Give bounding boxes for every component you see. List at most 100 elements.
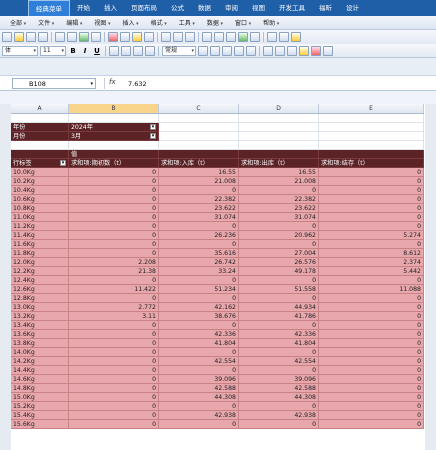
currency-icon[interactable] [198,45,208,56]
print-icon[interactable] [55,32,65,42]
table-cell[interactable]: 0 [319,195,424,204]
cell[interactable] [319,123,424,132]
row-label[interactable]: 11.6Kg [11,240,69,249]
table-cell[interactable]: 0 [69,357,159,366]
decrease-indent-icon[interactable] [263,45,273,56]
menu-item[interactable]: 视图 [88,18,116,27]
row-label[interactable]: 15.0Kg [11,393,69,402]
number-format-select[interactable]: 常规 [162,45,196,56]
table-cell[interactable]: 5.274 [319,231,424,240]
table-cell[interactable]: 0 [69,249,159,258]
decrease-decimal-icon[interactable] [246,45,256,56]
table-cell[interactable]: 8.612 [319,249,424,258]
table-cell[interactable]: 0 [69,321,159,330]
table-cell[interactable]: 0 [319,375,424,384]
new-file-icon[interactable] [2,32,12,42]
permission-icon[interactable] [38,32,48,42]
underline-button[interactable]: U [92,47,102,55]
table-cell[interactable]: 0 [69,402,159,411]
table-cell[interactable]: 0 [239,348,319,357]
table-cell[interactable]: 0 [319,168,424,177]
table-cell[interactable]: 0 [69,330,159,339]
drawing-icon[interactable] [250,32,260,42]
table-cell[interactable]: 0 [319,357,424,366]
table-cell[interactable]: 41.804 [239,339,319,348]
table-cell[interactable]: 0 [159,321,239,330]
menu-item[interactable]: 编辑 [60,18,88,27]
autosum-icon[interactable] [202,32,212,42]
table-cell[interactable]: 51.234 [159,285,239,294]
redo-icon[interactable] [173,32,183,42]
table-cell[interactable]: 0 [69,393,159,402]
cell[interactable] [319,132,424,141]
cell[interactable] [11,141,69,150]
borders-icon[interactable] [287,45,297,56]
italic-button[interactable]: I [80,47,90,55]
row-label[interactable]: 11.8Kg [11,249,69,258]
table-cell[interactable]: 0 [159,222,239,231]
table-cell[interactable]: 16.55 [239,168,319,177]
spelling-icon[interactable] [79,32,89,42]
align-right-icon[interactable] [133,45,143,56]
align-left-icon[interactable] [109,45,119,56]
table-cell[interactable]: 41.786 [239,312,319,321]
table-cell[interactable]: 33.24 [159,267,239,276]
toolbar-options-icon[interactable] [323,45,333,56]
row-label[interactable]: 13.0Kg [11,303,69,312]
row-label[interactable]: 12.0Kg [11,258,69,267]
row-label[interactable]: 13.6Kg [11,330,69,339]
worksheet-grid[interactable]: ABCDE 年份 2024年 ▾ 月份 3月 ▾ 值行标签 ▾ 求和项:期初数（t） 求和项:入库… [11,104,424,450]
table-cell[interactable]: 42.588 [239,384,319,393]
table-cell[interactable]: 44.308 [239,393,319,402]
print-preview-icon[interactable] [67,32,77,42]
table-cell[interactable]: 0 [239,186,319,195]
row-label[interactable]: 15.4Kg [11,411,69,420]
column-header-c[interactable]: C [159,104,239,113]
table-cell[interactable]: 0 [319,330,424,339]
row-label[interactable]: 10.0Kg [11,168,69,177]
table-cell[interactable]: 22.382 [239,195,319,204]
table-cell[interactable]: 0 [69,168,159,177]
row-label[interactable]: 11.4Kg [11,231,69,240]
menu-item[interactable]: 文件 [32,18,60,27]
table-cell[interactable]: 0 [319,186,424,195]
ribbon-tab[interactable]: 开发工具 [272,0,312,16]
table-cell[interactable]: 0 [69,294,159,303]
table-cell[interactable]: 44.308 [159,393,239,402]
table-cell[interactable]: 22.382 [159,195,239,204]
table-cell[interactable]: 0 [239,420,319,429]
row-label[interactable]: 14.8Kg [11,384,69,393]
table-cell[interactable]: 51.558 [239,285,319,294]
pivot-header[interactable]: 行标签 ▾ [11,159,69,168]
table-cell[interactable]: 0 [69,186,159,195]
column-header-e[interactable]: E [319,104,424,113]
table-cell[interactable]: 0 [319,339,424,348]
table-cell[interactable]: 0 [159,402,239,411]
increase-decimal-icon[interactable] [234,45,244,56]
table-cell[interactable]: 0 [69,384,159,393]
row-label[interactable]: 11.0Kg [11,213,69,222]
table-cell[interactable]: 0 [69,177,159,186]
table-cell[interactable]: 3.11 [69,312,159,321]
table-cell[interactable]: 0 [239,366,319,375]
ribbon-tab[interactable]: 开始 [70,0,97,16]
table-cell[interactable]: 41.804 [159,339,239,348]
table-cell[interactable]: 0 [239,321,319,330]
table-cell[interactable]: 0 [159,420,239,429]
row-label[interactable]: 10.6Kg [11,195,69,204]
table-cell[interactable]: 42.162 [159,303,239,312]
cell[interactable] [239,141,319,150]
row-label[interactable]: 14.2Kg [11,357,69,366]
table-cell[interactable]: 16.55 [159,168,239,177]
table-cell[interactable]: 26.742 [159,258,239,267]
table-cell[interactable]: 0 [69,420,159,429]
table-cell[interactable]: 38.676 [159,312,239,321]
table-cell[interactable]: 0 [69,348,159,357]
cell[interactable] [239,114,319,123]
table-cell[interactable]: 0 [319,348,424,357]
table-cell[interactable]: 0 [69,411,159,420]
cell[interactable] [159,114,239,123]
table-cell[interactable]: 2.374 [319,258,424,267]
table-cell[interactable]: 42.588 [159,384,239,393]
table-cell[interactable]: 42.554 [239,357,319,366]
